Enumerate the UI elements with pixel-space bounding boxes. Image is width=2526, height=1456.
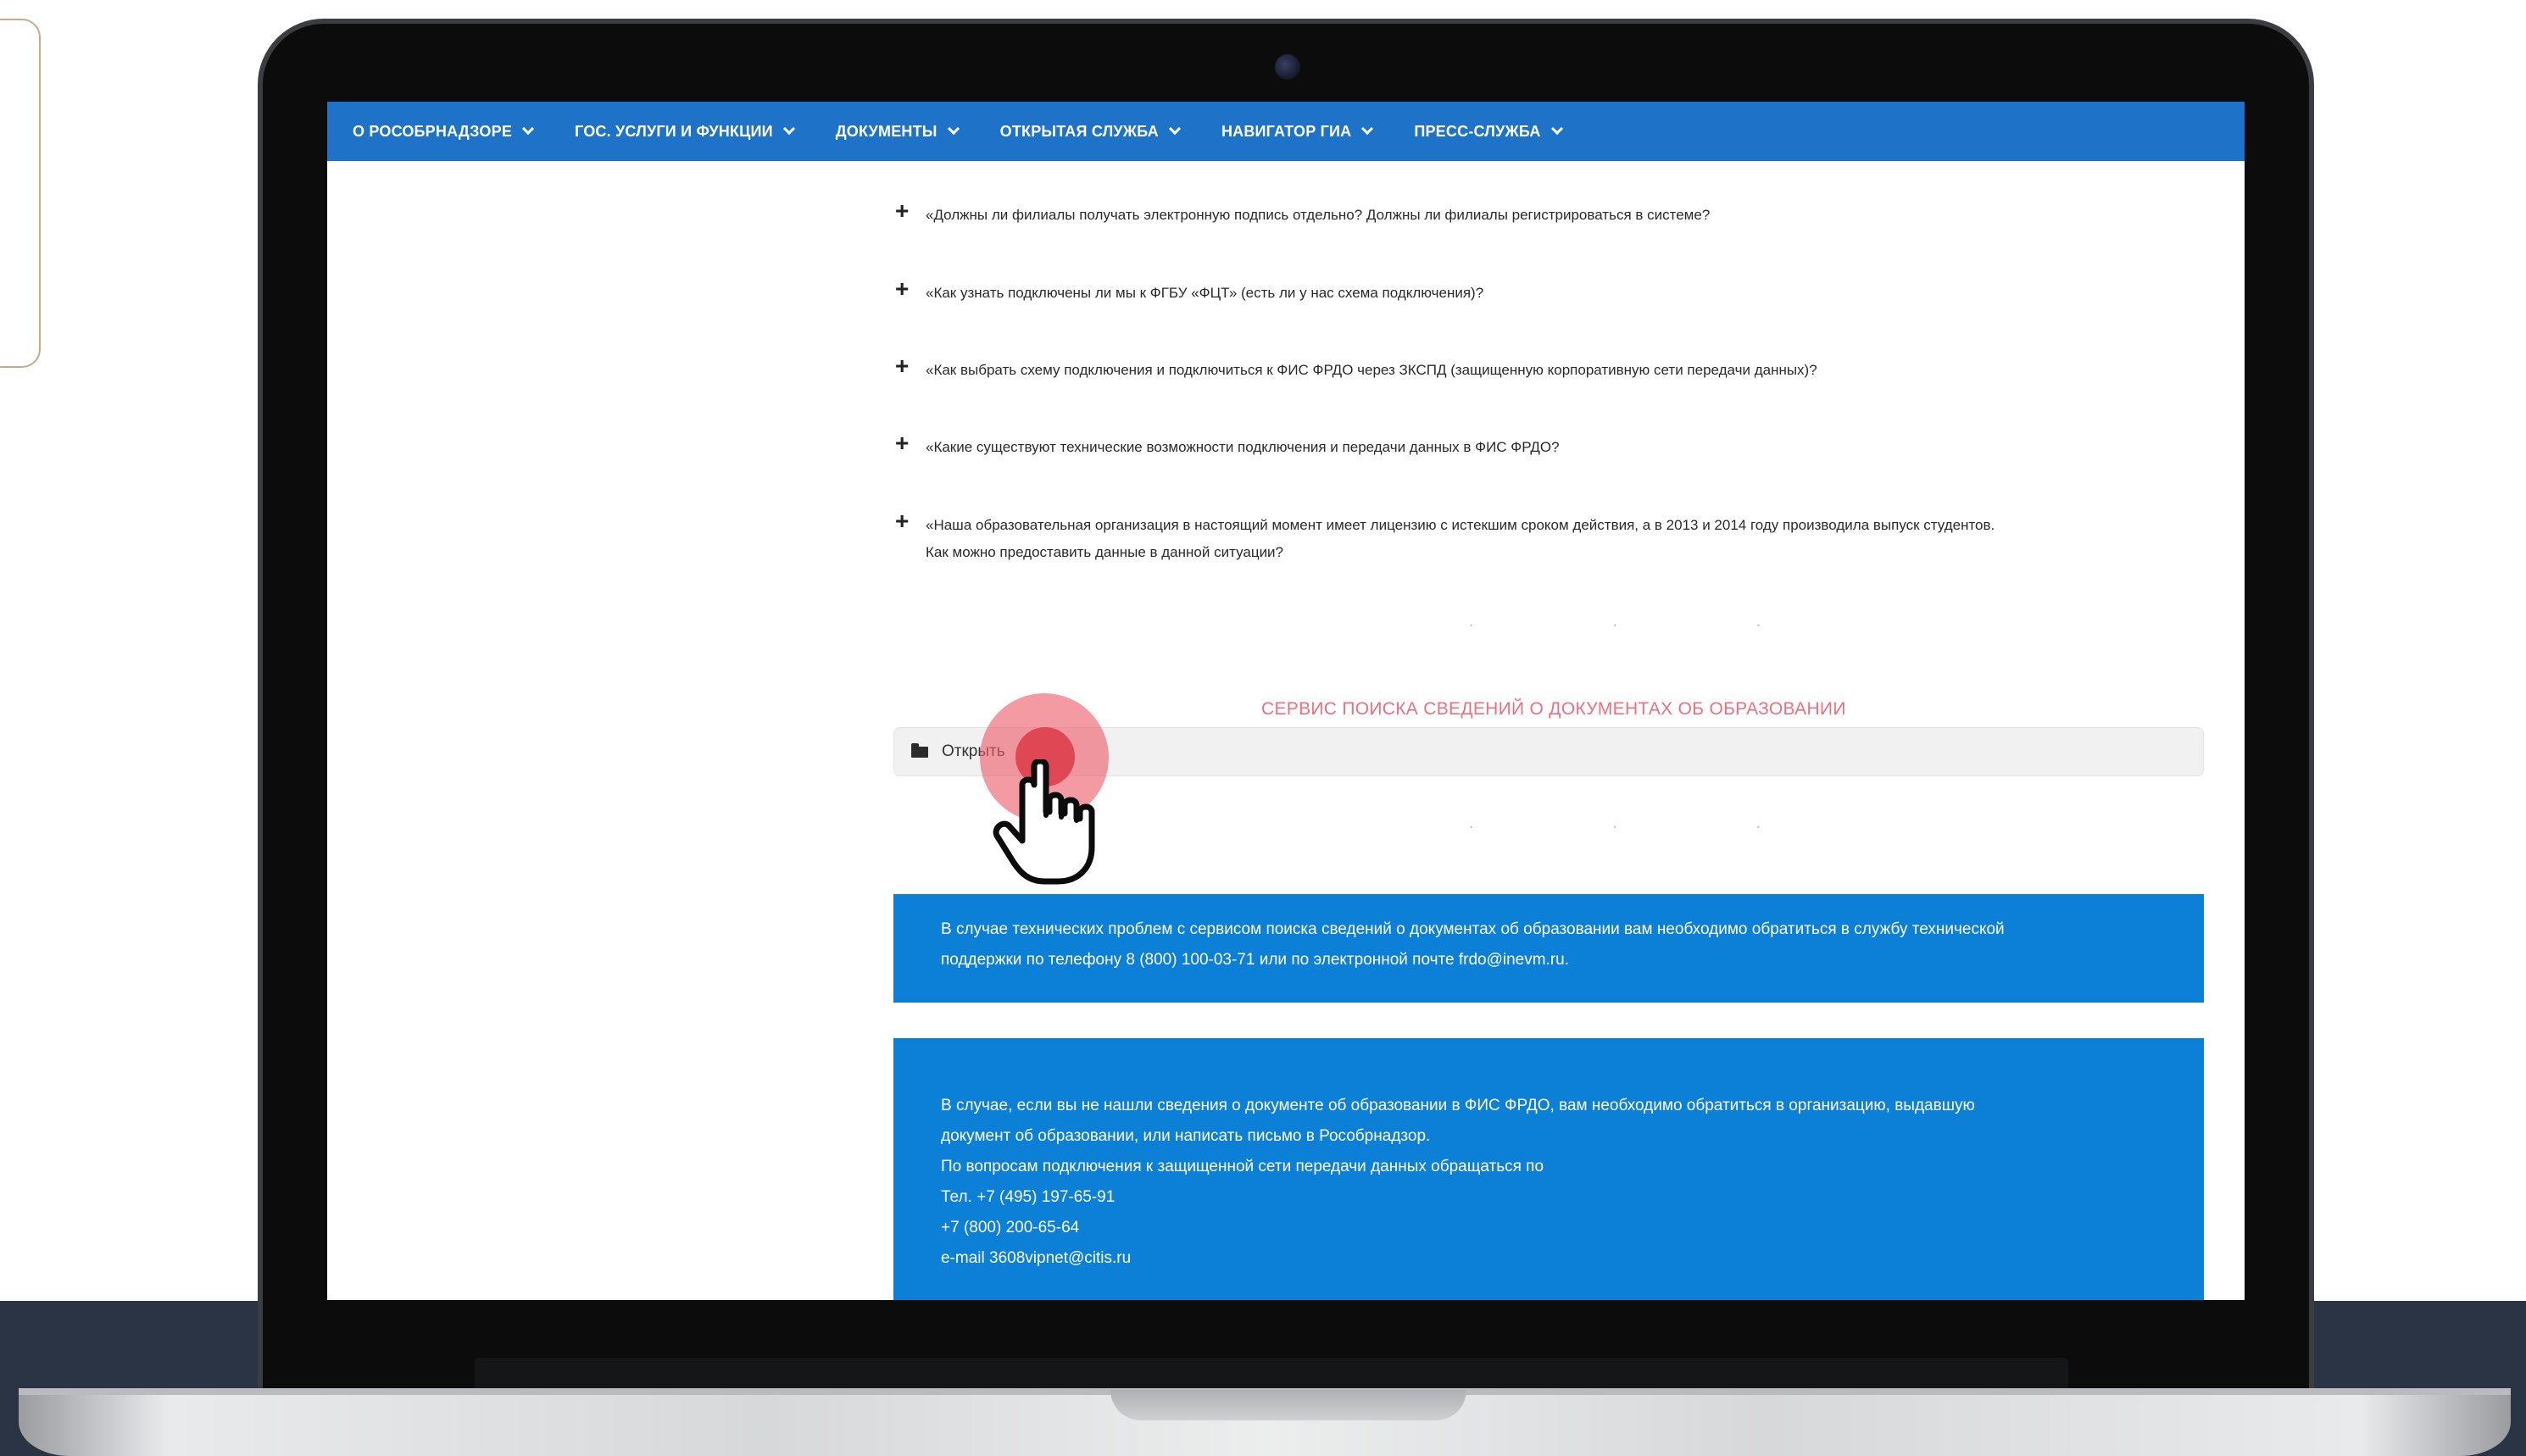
- folder-icon: [911, 743, 928, 758]
- contact-phone: Тел. +7 (495) 197-65-91: [941, 1188, 1116, 1206]
- separator: · · ·: [1468, 614, 1828, 635]
- chevron-down-icon: [782, 122, 795, 136]
- chevron-down-icon: [1361, 122, 1374, 136]
- nav-item-gia-navigator[interactable]: НАВИГАТОР ГИА: [1221, 122, 1374, 141]
- contact-text-line: По вопросам подключения к защищенной сет…: [941, 1158, 1544, 1175]
- faq-item[interactable]: + «Какие существуют технические возможно…: [895, 431, 2217, 461]
- plus-icon[interactable]: +: [895, 354, 926, 384]
- side-card: [0, 19, 41, 368]
- faq-question[interactable]: «Какие существуют технические возможност…: [926, 434, 1560, 461]
- nav-item-label: НАВИГАТОР ГИА: [1221, 122, 1352, 140]
- nav-item-open-service[interactable]: ОТКРЫТАЯ СЛУЖБА: [999, 122, 1182, 141]
- hand-pointer-icon: [993, 759, 1095, 885]
- plus-icon[interactable]: +: [895, 431, 926, 461]
- nav-item-label: ОТКРЫТАЯ СЛУЖБА: [999, 122, 1159, 140]
- faq-question-line: Как можно предоставить данные в данной с…: [926, 544, 1284, 560]
- nav-item-services[interactable]: ГОС. УСЛУГИ И ФУНКЦИИ: [575, 122, 795, 141]
- faq-item[interactable]: + «Как узнать подключены ли мы к ФГБУ «Ф…: [895, 277, 2217, 307]
- nav-item-label: О РОСОБРНАДЗОРЕ: [353, 122, 513, 140]
- plus-icon[interactable]: +: [895, 199, 926, 229]
- plus-icon[interactable]: +: [895, 509, 926, 566]
- contact-email: e-mail 3608vipnet@citis.ru: [941, 1249, 1132, 1267]
- chevron-down-icon: [521, 122, 535, 136]
- faq-question[interactable]: «Как выбрать схему подключения и подключ…: [926, 357, 1817, 384]
- faq-question-line: «Наша образовательная организация в наст…: [926, 517, 1995, 533]
- support-text-line: В случае технических проблем с сервисом …: [941, 920, 2005, 938]
- camera-icon: [1275, 54, 1300, 80]
- plus-icon[interactable]: +: [895, 277, 926, 307]
- browser-screen: О РОСОБРНАДЗОРЕ ГОС. УСЛУГИ И ФУНКЦИИ ДО…: [327, 102, 2245, 1300]
- separator: · · ·: [1468, 815, 1828, 836]
- laptop-notch: [1110, 1390, 1466, 1420]
- service-title: СЕРВИС ПОИСКА СВЕДЕНИЙ О ДОКУМЕНТАХ ОБ О…: [1261, 699, 1846, 719]
- contact-phone: +7 (800) 200-65-64: [941, 1219, 1080, 1236]
- contact-info-box: В случае, если вы не нашли сведения о до…: [893, 1038, 2204, 1300]
- nav-item-label: ГОС. УСЛУГИ И ФУНКЦИИ: [575, 122, 773, 140]
- faq-question[interactable]: «Должны ли филиалы получать электронную …: [926, 202, 1710, 229]
- faq-question[interactable]: «Как узнать подключены ли мы к ФГБУ «ФЦТ…: [926, 280, 1483, 307]
- contact-text-line: документ об образовании, или написать пи…: [941, 1127, 1431, 1145]
- support-text-line: поддержки по телефону 8 (800) 100-03-71 …: [941, 951, 1570, 969]
- faq-question[interactable]: «Наша образовательная организация в наст…: [926, 512, 1995, 566]
- main-navigation: О РОСОБРНАДЗОРЕ ГОС. УСЛУГИ И ФУНКЦИИ ДО…: [327, 102, 2245, 161]
- nav-item-label: ПРЕСС-СЛУЖБА: [1414, 122, 1541, 140]
- faq-item[interactable]: + «Как выбрать схему подключения и подкл…: [895, 354, 2217, 384]
- nav-item-label: ДОКУМЕНТЫ: [835, 122, 938, 140]
- chevron-down-icon: [1168, 122, 1182, 136]
- faq-item[interactable]: + «Наша образовательная организация в на…: [895, 509, 2217, 566]
- contact-text-line: В случае, если вы не нашли сведения о до…: [941, 1097, 1975, 1114]
- nav-item-press[interactable]: ПРЕСС-СЛУЖБА: [1414, 122, 1563, 141]
- chevron-down-icon: [947, 122, 960, 136]
- faq-item[interactable]: + «Должны ли филиалы получать электронну…: [895, 199, 2217, 229]
- laptop-bezel-bottom: [475, 1358, 2068, 1392]
- chevron-down-icon: [1550, 122, 1563, 136]
- nav-item-about[interactable]: О РОСОБРНАДЗОРЕ: [353, 122, 535, 141]
- nav-item-documents[interactable]: ДОКУМЕНТЫ: [835, 122, 960, 141]
- support-info-box: В случае технических проблем с сервисом …: [893, 894, 2204, 1003]
